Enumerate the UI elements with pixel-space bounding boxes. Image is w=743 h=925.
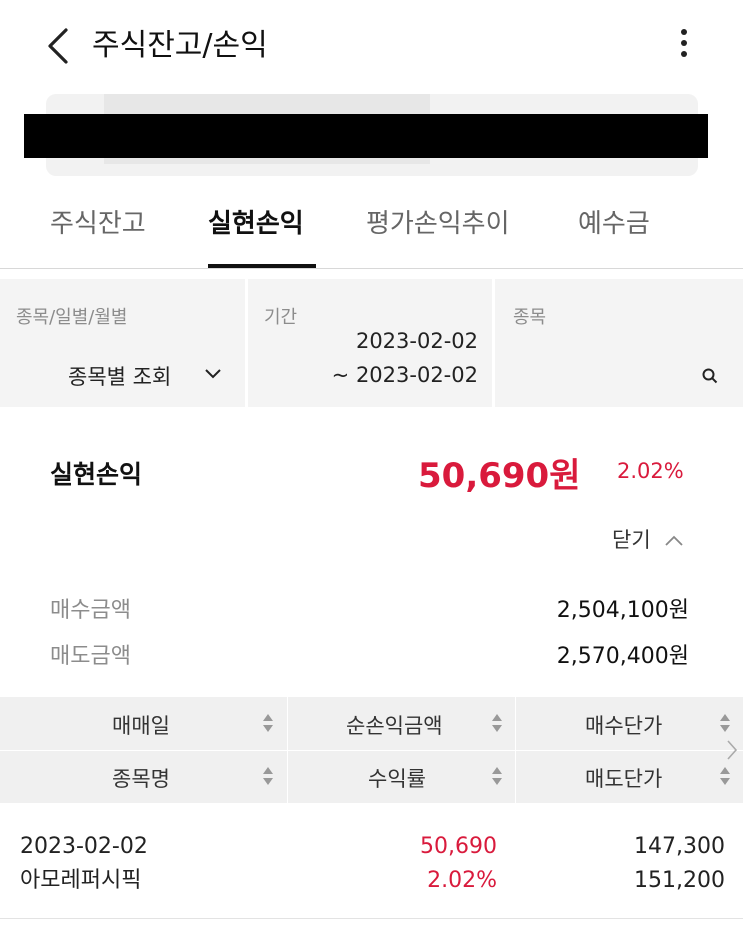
chevron-down-icon bbox=[205, 369, 221, 379]
header-trade-date: 매매일 bbox=[112, 714, 170, 738]
header-net-profit: 순손익금액 bbox=[346, 714, 443, 738]
sell-amount-value: 2,570,400원 bbox=[556, 644, 689, 669]
back-arrow-icon[interactable] bbox=[40, 26, 80, 66]
sort-net-profit[interactable]: 순손익금액 bbox=[288, 697, 515, 750]
tab-realized-pl[interactable]: 실현손익 bbox=[208, 202, 304, 246]
header-buy-price: 매수단가 bbox=[585, 714, 663, 738]
tabs-divider bbox=[0, 268, 743, 269]
sort-icon bbox=[263, 714, 273, 732]
realized-pl-amount: 50,690원 bbox=[418, 456, 581, 496]
sort-trade-date[interactable]: 매매일 bbox=[0, 697, 287, 750]
tab-deposit[interactable]: 예수금 bbox=[578, 202, 650, 246]
cell-return-rate: 2.02% bbox=[427, 868, 497, 893]
period-start: 2023-02-02 bbox=[355, 329, 478, 353]
chevron-up-icon bbox=[665, 535, 683, 546]
period-filter[interactable]: 기간 2023-02-02 ~ 2023-02-02 bbox=[248, 279, 492, 407]
search-icon[interactable] bbox=[701, 367, 719, 385]
sort-buy-price[interactable]: 매수단가 bbox=[516, 697, 743, 750]
sort-icon bbox=[492, 767, 502, 785]
tab-valuation-trend[interactable]: 평가손익추이 bbox=[366, 202, 510, 246]
more-vertical-icon[interactable] bbox=[672, 24, 696, 68]
cell-sell-price: 151,200 bbox=[634, 868, 725, 893]
tab-stock-balance[interactable]: 주식잔고 bbox=[50, 202, 146, 246]
realized-pl-label: 실현손익 bbox=[50, 460, 143, 489]
buy-amount-value: 2,504,100원 bbox=[556, 598, 689, 623]
buy-amount-label: 매수금액 bbox=[50, 598, 131, 623]
header-stock-name: 종목명 bbox=[112, 767, 170, 791]
view-mode-label: 종목/일별/월별 bbox=[16, 307, 128, 328]
cell-trade-date: 2023-02-02 bbox=[20, 834, 148, 859]
sort-icon bbox=[492, 714, 502, 732]
sell-amount-label: 매도금액 bbox=[50, 644, 131, 669]
period-label: 기간 bbox=[264, 307, 298, 328]
page-title: 주식잔고/손익 bbox=[92, 28, 268, 63]
header-return-rate: 수익률 bbox=[368, 767, 426, 791]
sort-icon bbox=[263, 767, 273, 785]
redacted-account-info bbox=[24, 114, 708, 158]
sort-icon bbox=[720, 767, 730, 785]
realized-pl-rate: 2.02% bbox=[617, 459, 684, 483]
view-mode-filter[interactable]: 종목/일별/월별 종목별 조회 bbox=[0, 279, 245, 407]
sort-icon bbox=[720, 714, 730, 732]
table-row[interactable]: 2023-02-02 아모레퍼시픽 50,690 2.02% 147,300 1… bbox=[0, 830, 743, 900]
view-mode-value: 종목별 조회 bbox=[68, 365, 172, 389]
chevron-right-icon[interactable] bbox=[726, 739, 738, 761]
collapse-toggle-label: 닫기 bbox=[612, 528, 651, 552]
cell-net-profit: 50,690 bbox=[420, 834, 497, 859]
cell-stock-name: 아모레퍼시픽 bbox=[20, 868, 142, 893]
row-divider bbox=[0, 918, 743, 919]
table-header: 매매일 순손익금액 매수단가 종목명 수익률 매도단가 bbox=[0, 697, 743, 803]
sort-return-rate[interactable]: 수익률 bbox=[288, 751, 515, 803]
sort-stock-name[interactable]: 종목명 bbox=[0, 751, 287, 803]
stock-filter-label: 종목 bbox=[513, 307, 547, 328]
header-sell-price: 매도단가 bbox=[585, 767, 663, 791]
stock-filter[interactable]: 종목 bbox=[495, 279, 743, 407]
collapse-toggle[interactable]: 닫기 bbox=[612, 524, 685, 554]
period-end: ~ 2023-02-02 bbox=[331, 363, 478, 387]
sort-sell-price[interactable]: 매도단가 bbox=[516, 751, 743, 803]
cell-buy-price: 147,300 bbox=[634, 834, 725, 859]
